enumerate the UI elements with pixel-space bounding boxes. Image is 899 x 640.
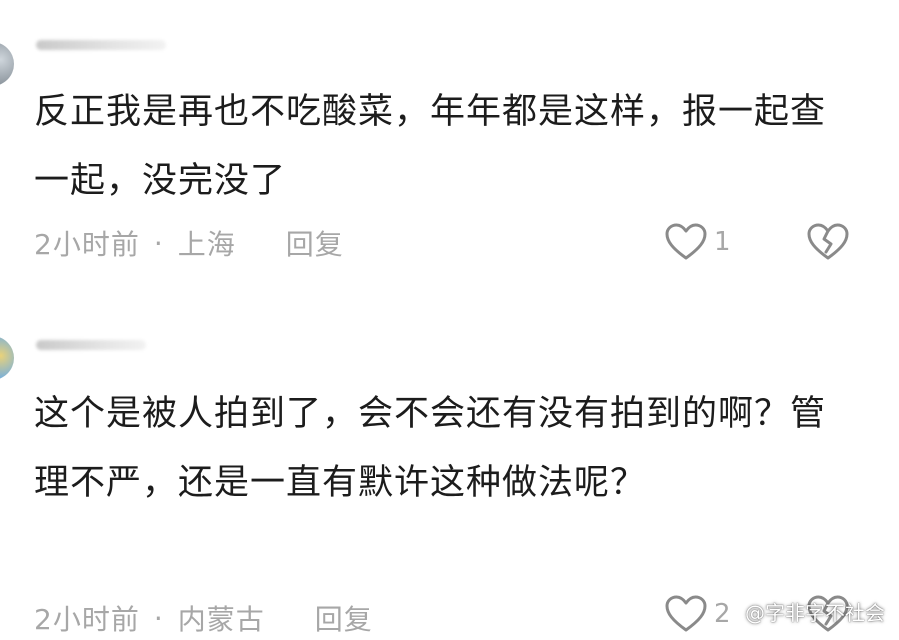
dislike-button[interactable] bbox=[806, 222, 850, 262]
heart-icon bbox=[664, 594, 708, 634]
comment-time: 2小时前 bbox=[34, 228, 140, 261]
comment-item: 这个是被人拍到了，会不会还有没有拍到的啊？管理不严，还是一直有默许这种做法呢？ … bbox=[0, 318, 899, 640]
comment-location: 内蒙古 bbox=[177, 603, 265, 636]
reply-button[interactable]: 回复 bbox=[315, 598, 373, 638]
heart-icon bbox=[664, 222, 708, 262]
comment-time: 2小时前 bbox=[34, 603, 140, 636]
like-count: 2 bbox=[714, 599, 731, 629]
like-count: 1 bbox=[714, 227, 731, 257]
separator-dot: · bbox=[153, 601, 164, 635]
like-button[interactable]: 2 bbox=[664, 594, 731, 634]
broken-heart-icon bbox=[806, 222, 850, 262]
avatar[interactable] bbox=[0, 336, 14, 380]
watermark: @字非字不社会 bbox=[745, 601, 885, 625]
comment-text: 反正我是再也不吃酸菜，年年都是这样，报一起查一起，没完没了 bbox=[34, 92, 827, 201]
comment-meta: 2小时前 · 内蒙古 回复 bbox=[34, 598, 373, 638]
like-button[interactable]: 1 bbox=[664, 222, 731, 262]
separator-dot: · bbox=[153, 226, 164, 260]
reply-button[interactable]: 回复 bbox=[286, 223, 344, 263]
username-redacted[interactable] bbox=[36, 340, 146, 350]
avatar[interactable] bbox=[0, 42, 14, 86]
comment-meta: 2小时前 · 上海 回复 bbox=[34, 223, 344, 263]
username-redacted[interactable] bbox=[36, 40, 166, 50]
comment-text: 这个是被人拍到了，会不会还有没有拍到的啊？管理不严，还是一直有默许这种做法呢？ bbox=[34, 394, 827, 503]
comment-location: 上海 bbox=[177, 228, 236, 261]
comment-item: 反正我是再也不吃酸菜，年年都是这样，报一起查一起，没完没了 2小时前 · 上海 … bbox=[0, 0, 899, 290]
